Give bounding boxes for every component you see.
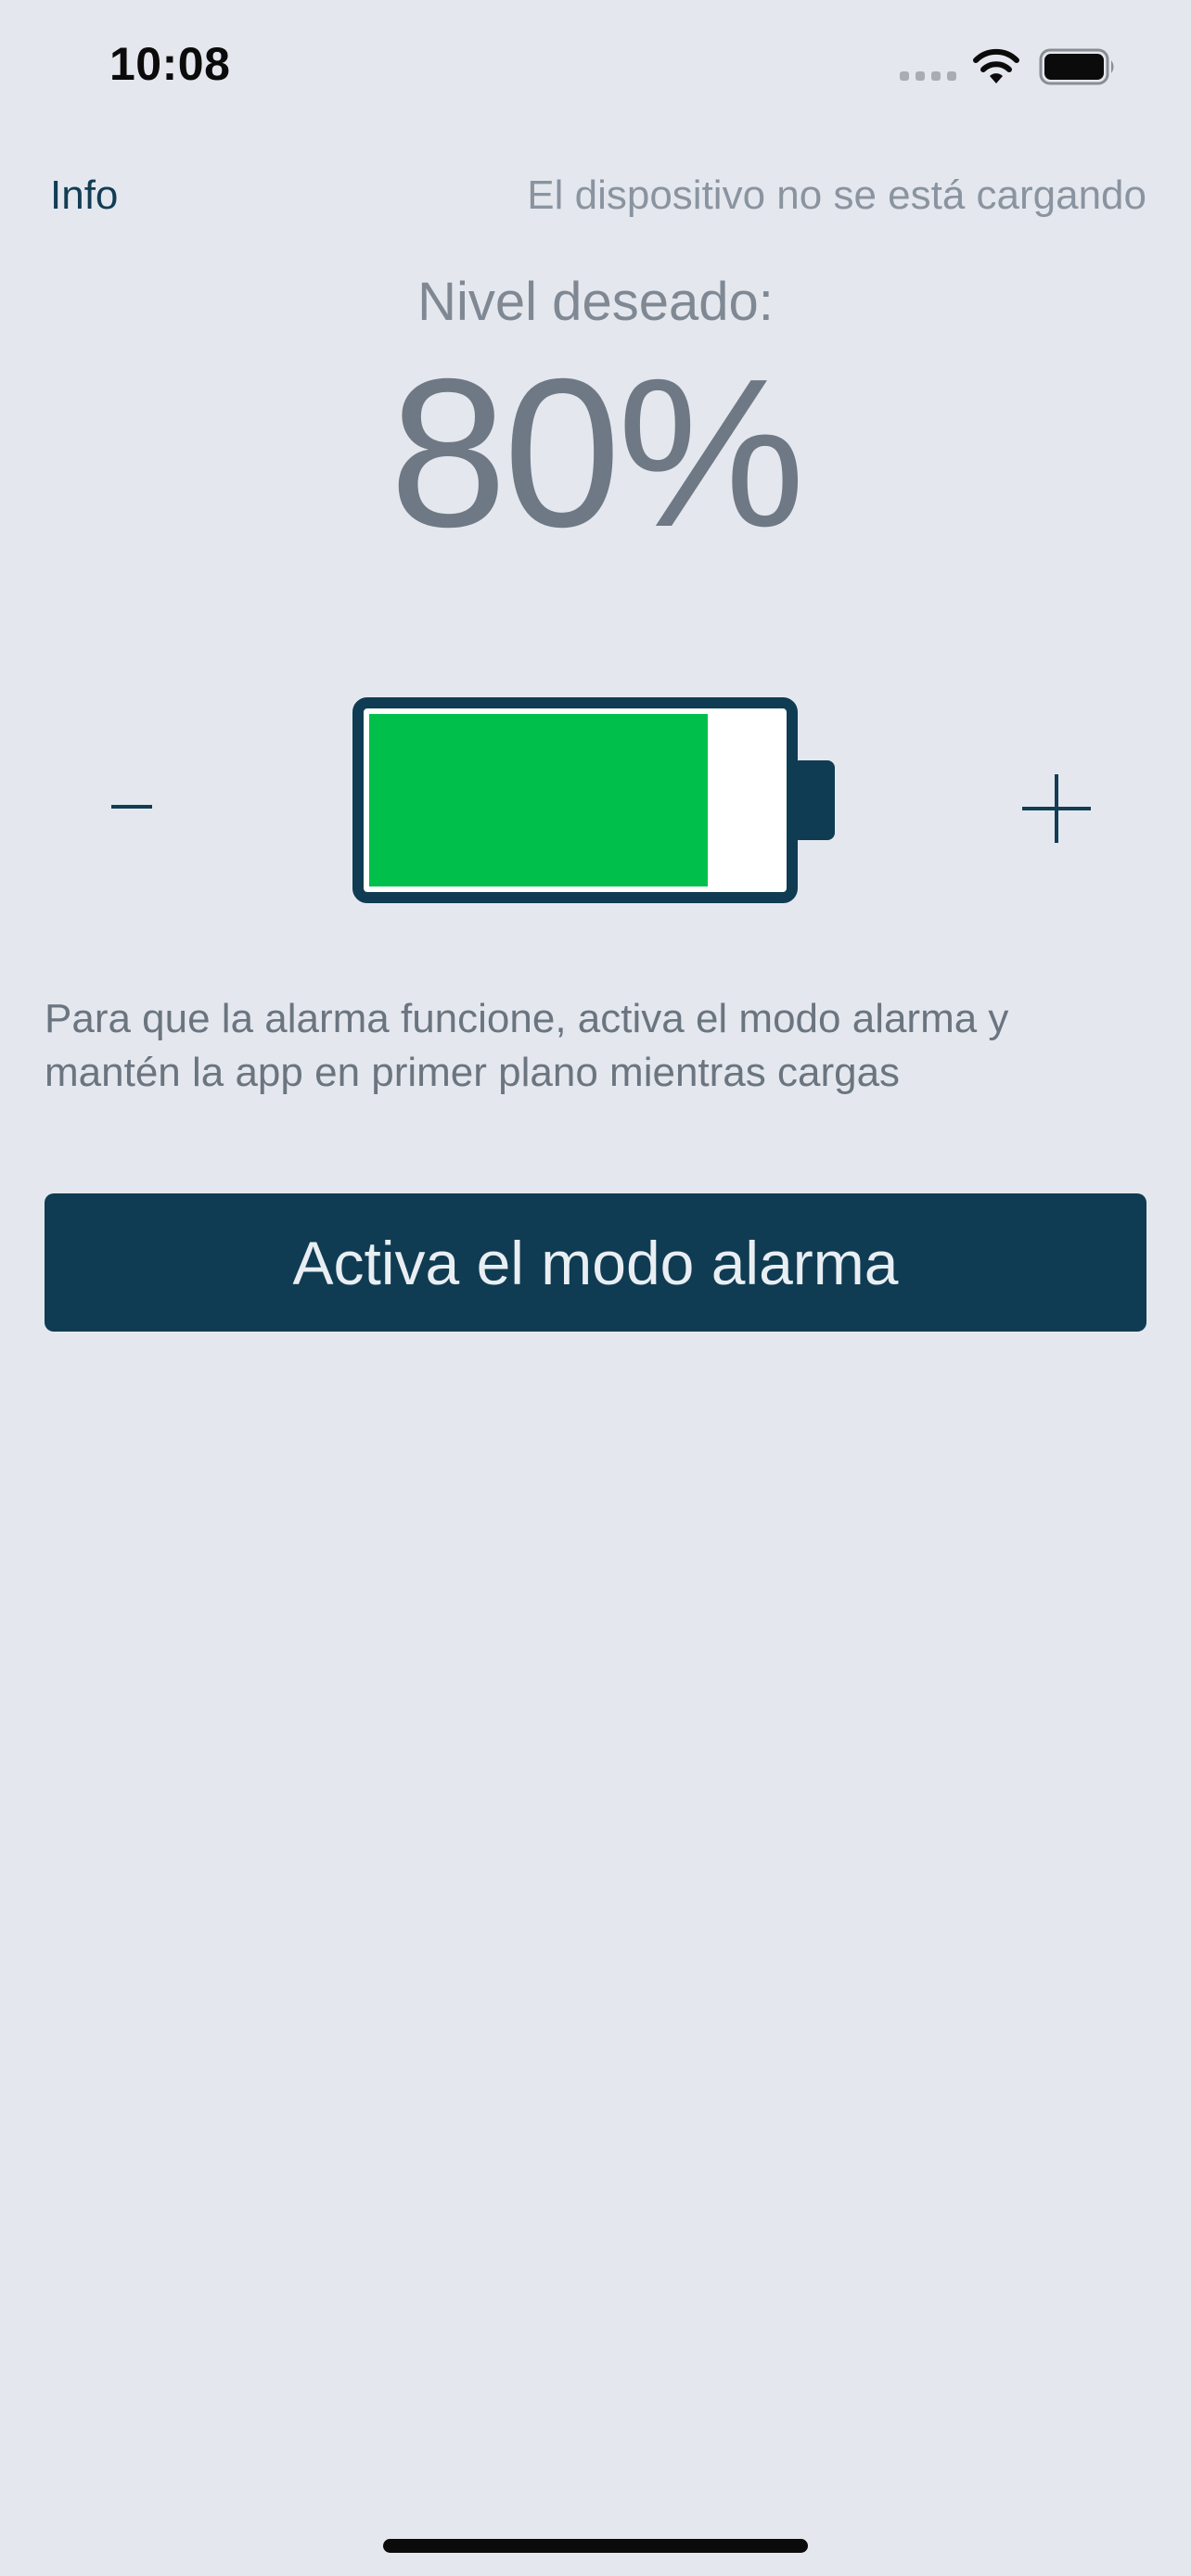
instructions-text: Para que la alarma funcione, activa el m… (45, 996, 1009, 1095)
minus-icon[interactable] (104, 779, 160, 835)
battery-fill (369, 714, 708, 886)
signal-icon (900, 71, 956, 81)
info-link[interactable]: Info (50, 172, 118, 219)
charging-status: El dispositivo no se está cargando (527, 172, 1146, 218)
activate-alarm-button[interactable]: Activa el modo alarma (45, 1193, 1146, 1332)
wifi-icon (973, 48, 1019, 83)
plus-icon[interactable] (1020, 772, 1093, 845)
home-indicator (383, 2539, 808, 2553)
battery-icon (1039, 48, 1114, 85)
target-level-value: 80% (389, 336, 805, 571)
target-level-label: Nivel deseado: (417, 272, 774, 332)
battery-level-indicator (352, 697, 835, 903)
status-time: 10:08 (109, 38, 231, 90)
